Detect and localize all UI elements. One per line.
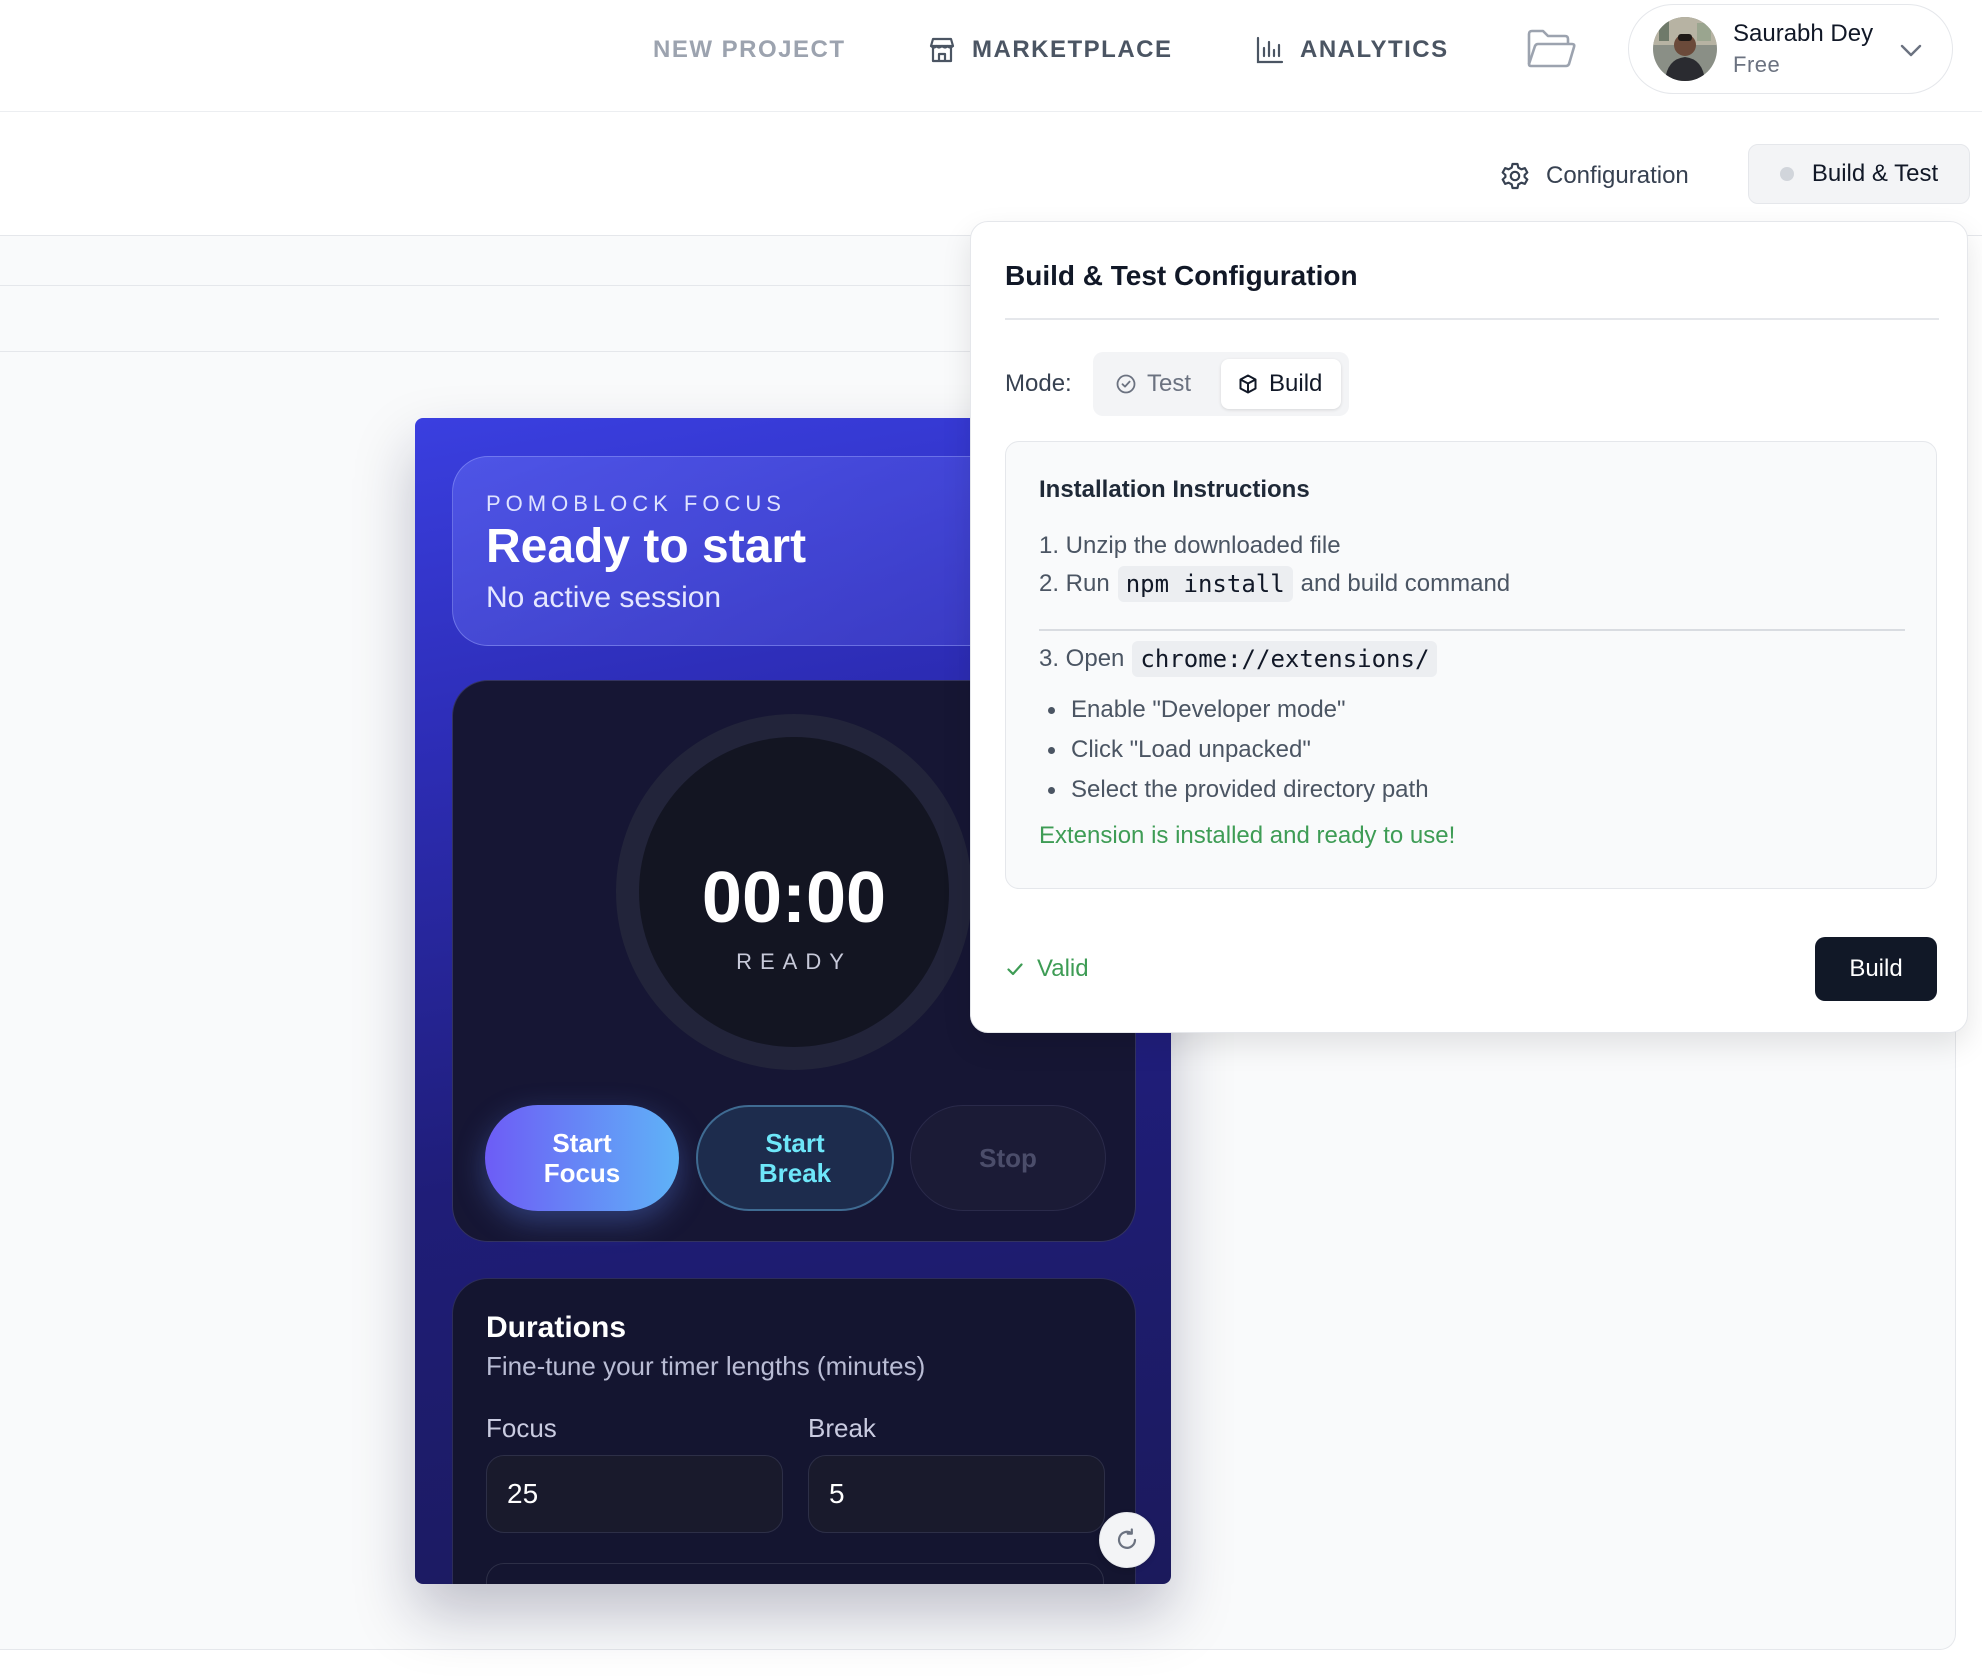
- configuration-button[interactable]: Configuration: [1500, 158, 1689, 194]
- durations-title: Durations: [486, 1311, 627, 1344]
- folder-open-icon[interactable]: [1525, 26, 1577, 72]
- focus-duration-value: 25: [507, 1478, 539, 1509]
- timer-display: 00:00: [701, 858, 887, 938]
- extension-title: Ready to start: [486, 520, 807, 573]
- start-break-label: Start Break: [758, 1128, 832, 1188]
- start-break-button[interactable]: Start Break: [696, 1105, 894, 1211]
- bullet-load-unpacked: Click "Load unpacked": [1071, 736, 1311, 763]
- check-circle-icon: [1116, 374, 1136, 394]
- nav-marketplace[interactable]: MARKETPLACE: [926, 34, 1173, 66]
- avatar: [1653, 17, 1717, 81]
- user-name: Saurabh Dey: [1733, 20, 1874, 47]
- nav-analytics[interactable]: ANALYTICS: [1254, 34, 1449, 66]
- user-plan: Free: [1733, 52, 1781, 77]
- status-dot: [1779, 167, 1794, 181]
- mode-build-label: Build: [1269, 370, 1323, 397]
- nav-marketplace-label: MARKETPLACE: [972, 36, 1173, 63]
- build-button-label: Build: [1849, 955, 1903, 982]
- refresh-icon: [1117, 1528, 1137, 1549]
- durations-card: Durations Fine-tune your timer lengths (…: [452, 1278, 1136, 1584]
- instruction-step-1: 1. Unzip the downloaded file: [1039, 532, 1341, 559]
- stop-button[interactable]: Stop: [910, 1105, 1106, 1211]
- extension-subtitle: No active session: [486, 581, 722, 614]
- stop-label: Stop: [979, 1143, 1037, 1173]
- start-focus-label: Start Focus: [543, 1128, 621, 1188]
- timer-status: READY: [736, 949, 852, 974]
- build-button[interactable]: Build: [1815, 937, 1937, 1001]
- start-focus-button[interactable]: Start Focus: [485, 1105, 679, 1211]
- success-message: Extension is installed and ready to use!: [1039, 822, 1456, 849]
- bar-chart-icon: [1256, 36, 1284, 64]
- break-duration-value: 5: [829, 1478, 845, 1509]
- mode-toggle: Test Build: [1093, 352, 1349, 416]
- store-icon: [929, 37, 955, 63]
- extension-kicker: POMOBLOCK FOCUS: [486, 491, 786, 516]
- instruction-step-2: 2. Run npm install and build command: [1039, 566, 1510, 602]
- top-navigation: NEW PROJECT MARKETPLACE ANALYTICS Saurab…: [0, 0, 1982, 112]
- divider: [1039, 629, 1905, 631]
- step-2-prefix: 2. Run: [1039, 570, 1110, 597]
- timer-ring: 00:00 READY: [616, 714, 972, 1070]
- mode-build-option[interactable]: Build: [1221, 359, 1341, 409]
- installation-instructions: Installation Instructions 1. Unzip the d…: [1005, 441, 1937, 889]
- break-duration-input[interactable]: 5: [808, 1455, 1105, 1533]
- bullet-select-directory: Select the provided directory path: [1071, 776, 1429, 803]
- break-duration-label: Break: [808, 1413, 876, 1443]
- focus-duration-input[interactable]: 25: [486, 1455, 783, 1533]
- instruction-step-3: 3. Open chrome://extensions/: [1039, 641, 1445, 677]
- list-item: Click "Load unpacked": [1048, 736, 1311, 764]
- divider: [1005, 318, 1939, 320]
- mode-test-option[interactable]: Test: [1099, 359, 1207, 409]
- instructions-title: Installation Instructions: [1039, 476, 1310, 503]
- gear-icon: [1501, 162, 1529, 190]
- nav-analytics-label: ANALYTICS: [1300, 36, 1449, 63]
- mode-test-label: Test: [1147, 370, 1192, 397]
- check-icon: [1007, 963, 1023, 976]
- nav-new-project[interactable]: NEW PROJECT: [653, 34, 846, 66]
- refresh-button[interactable]: [1099, 1512, 1155, 1568]
- bullet-developer-mode: Enable "Developer mode": [1071, 696, 1346, 723]
- build-test-popover: Build & Test Configuration Mode: Test Bu…: [970, 221, 1968, 1033]
- package-icon: [1239, 374, 1257, 394]
- popover-title: Build & Test Configuration: [1005, 260, 1358, 291]
- chrome-extensions-code: chrome://extensions/: [1132, 641, 1438, 677]
- list-item: Enable "Developer mode": [1048, 696, 1346, 724]
- nav-new-project-label: NEW PROJECT: [653, 36, 846, 63]
- step-3-prefix: 3. Open: [1039, 645, 1125, 672]
- step-2-suffix: and build command: [1300, 570, 1511, 597]
- validation-status: Valid: [1005, 955, 1089, 983]
- mode-label: Mode:: [1005, 370, 1072, 397]
- npm-install-code: npm install: [1117, 566, 1293, 602]
- list-item: Select the provided directory path: [1048, 776, 1429, 804]
- chevron-down-icon: [1900, 44, 1922, 57]
- durations-subtitle: Fine-tune your timer lengths (minutes): [486, 1351, 926, 1381]
- configuration-label: Configuration: [1546, 162, 1689, 189]
- focus-duration-label: Focus: [486, 1413, 557, 1443]
- valid-label: Valid: [1037, 955, 1089, 982]
- build-test-button[interactable]: Build & Test: [1748, 144, 1970, 204]
- user-menu[interactable]: Saurabh Dey Free: [1628, 4, 1953, 94]
- next-field: [486, 1563, 1104, 1584]
- build-test-label: Build & Test: [1811, 160, 1939, 187]
